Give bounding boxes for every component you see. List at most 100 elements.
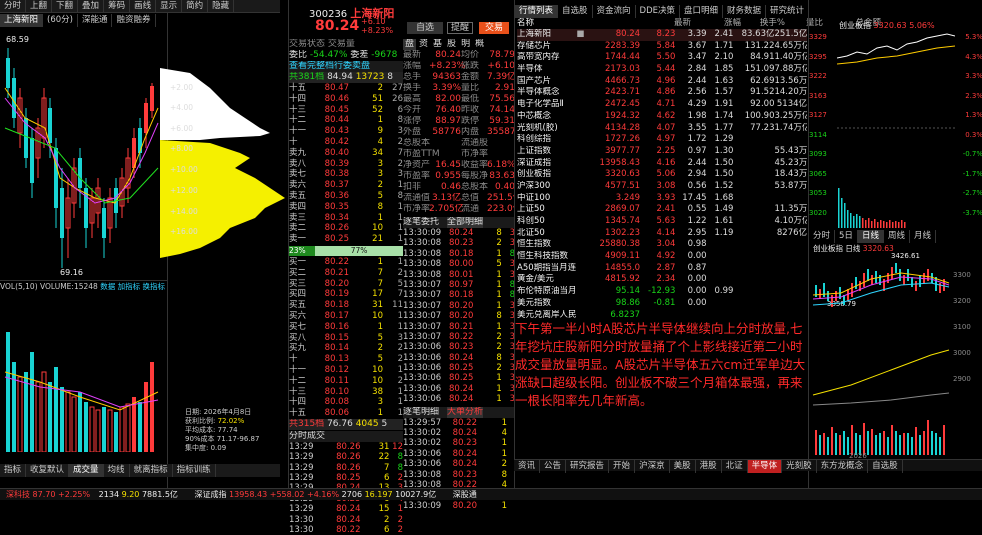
tab-watchlist[interactable]: 自选股 (558, 5, 593, 18)
tab-gudong[interactable]: 股 (445, 39, 458, 50)
list-item[interactable]: 恒生科技指数 4909.11 4.92 0.00 (517, 251, 807, 263)
list-item[interactable]: 科创50 1345.74 5.63 1.22 1.61 4.10万亿 (517, 216, 807, 228)
order-level[interactable]: 十一 80.43 9 3 (289, 126, 403, 137)
tab-big-order[interactable]: 大单分析 (447, 406, 484, 418)
col-change[interactable]: 涨幅 (691, 18, 741, 30)
order-level[interactable]: 买四 80.19 17 7 (289, 289, 403, 300)
list-item[interactable]: 沪深300 4577.51 3.08 0.56 1.52 53.87万亿 (517, 181, 807, 193)
list-item[interactable]: 科创综指 1727.26 4.97 1.72 1.29 (517, 134, 807, 146)
timeshare-tab[interactable]: 分时成交 (289, 430, 403, 442)
order-level[interactable]: 卖九 80.40 34 7 (289, 148, 403, 159)
sector-tab[interactable]: 港股 (696, 460, 722, 473)
order-level[interactable]: 买三 80.20 7 5 (289, 279, 403, 290)
toolbar-chips[interactable]: 筹码 (104, 0, 131, 13)
tab-financial[interactable]: 财务数据 (723, 5, 767, 18)
tab-dde[interactable]: DDE决策 (636, 5, 681, 18)
toolbar-down[interactable]: 下翻 (52, 0, 79, 13)
toolbar-draw[interactable]: 画线 (130, 0, 157, 13)
order-level[interactable]: 十三 80.45 52 6 (289, 105, 403, 116)
sector-tab[interactable]: 北证 (722, 460, 748, 473)
tab-zijin[interactable]: 资 (417, 39, 430, 50)
order-level[interactable]: 十一 80.12 10 1 (289, 365, 403, 376)
list-item[interactable]: 布伦特原油当月 95.14 -12.93 0.00 0.99 (517, 286, 807, 298)
order-level[interactable]: 卖四 80.35 8 1 (289, 202, 403, 213)
list-item[interactable]: 高带宽内存 1744.44 5.50 3.47 2.10 84.91 1.40万亿 (517, 52, 807, 64)
toolbar-display[interactable]: 显示 (156, 0, 183, 13)
list-item[interactable]: 创业板指 3320.63 5.06 2.94 1.50 18.43万亿 (517, 169, 807, 181)
order-level[interactable]: 买二 80.21 7 2 (289, 268, 403, 279)
list-item[interactable]: 上证50 2869.07 2.41 0.55 1.49 11.35万亿 (517, 204, 807, 216)
list-item[interactable]: 存储芯片 2283.39 5.84 3.67 1.71 131.22 4.65万亿 (517, 41, 807, 53)
status-stock-name[interactable]: 深科技 (6, 490, 30, 499)
col-price[interactable]: 最新 (629, 18, 691, 30)
tab-weekly[interactable]: 周线 (884, 230, 910, 243)
sector-tab[interactable]: 公告 (540, 460, 567, 473)
tab-pankou[interactable]: 盘 (403, 39, 417, 50)
order-level[interactable]: 买八 80.15 5 3 (289, 333, 403, 344)
toolbar-overlay[interactable]: 叠加 (78, 0, 105, 13)
sector-tab[interactable]: 研究报告 (566, 460, 610, 473)
order-level[interactable]: 卖七 80.38 3 3 (289, 169, 403, 180)
tab-mingxi[interactable]: 明 (459, 39, 472, 50)
tab-margin[interactable]: 融资融券 (112, 14, 156, 27)
toolbar-simple[interactable]: 简约 (182, 0, 209, 13)
col-name[interactable]: 名称 (517, 18, 601, 30)
sector-tab[interactable]: 自选股 (868, 460, 903, 473)
tab-gainian[interactable]: 概 (473, 39, 486, 50)
list-item[interactable]: 上海新阳 ■ 80.24 8.23 3.39 2.41 83.63亿 251.5亿 (517, 29, 807, 41)
toolbar-hide[interactable]: 隐藏 (208, 0, 235, 13)
ob-full-depth-link[interactable]: 查看完整档行委卖盘 (289, 61, 403, 72)
status-hk-connect[interactable]: 深股通 (453, 490, 477, 499)
order-level[interactable]: 买九 80.14 2 2 (289, 343, 403, 354)
order-level[interactable]: 买五 80.18 31 11 (289, 300, 403, 311)
tab-jiben[interactable]: 基 (431, 39, 444, 50)
tab-zhubi[interactable]: 逐笔委托 (403, 217, 439, 228)
sector-tab[interactable]: 资讯 (514, 460, 541, 473)
list-item[interactable]: 美元指数 98.86 -0.81 0.00 (517, 298, 807, 310)
tab-order-detail[interactable]: 盘口明细 (680, 5, 724, 18)
list-item[interactable]: 光刻机(胶) 4134.28 4.07 3.55 1.77 77.23 1.74万亿 (517, 123, 807, 135)
tab-research[interactable]: 研究统计 (766, 5, 810, 18)
order-level[interactable]: 十二 80.11 10 2 (289, 376, 403, 387)
order-level[interactable]: 卖六 80.37 2 1 (289, 180, 403, 191)
tab-quotes[interactable]: 行情列表 (515, 5, 559, 18)
indicator-data[interactable]: 数据 (100, 282, 115, 291)
watchlist-button[interactable]: 自选 (407, 22, 443, 34)
order-level[interactable]: 十四 80.08 3 1 (289, 397, 403, 408)
tab-daily[interactable]: 日线 (857, 230, 884, 243)
tab-5day[interactable]: 5日 (835, 230, 858, 243)
order-level[interactable]: 十 80.13 5 2 (289, 354, 403, 365)
list-item[interactable]: 半导体 2173.03 5.44 2.84 1.85 151.09 7.88万亿 (517, 64, 807, 76)
list-item[interactable]: 恒生指数 25880.38 3.04 0.98 (517, 239, 807, 251)
tab-all[interactable]: 全部明细 (447, 217, 484, 228)
toolbar-up[interactable]: 上翻 (26, 0, 53, 13)
tab-timeshare[interactable]: 分时 (809, 230, 836, 243)
list-item[interactable]: 黄金/美元 4815.92 2.34 0.00 (517, 274, 807, 286)
order-level[interactable]: 十五 80.06 1 1 (289, 408, 403, 419)
list-item[interactable]: 半导体概念 2423.71 4.86 2.56 1.57 91.5214.20万亿 (517, 87, 807, 99)
indicator-add[interactable]: 加指标 (118, 282, 141, 291)
tab-zhubi-detail[interactable]: 逐笔明细 (403, 407, 439, 418)
tab-period[interactable]: (60分) (43, 14, 78, 27)
order-level[interactable]: 十 80.42 4 2 (289, 137, 403, 148)
list-item[interactable]: 深证成指 13958.43 4.16 2.44 1.50 45.23万亿 (517, 158, 807, 170)
trade-button[interactable]: 交易 (479, 22, 509, 34)
order-level[interactable]: 买七 80.16 1 1 (289, 322, 403, 333)
status-index-name[interactable]: 深证成指 (194, 490, 226, 499)
sector-tab[interactable]: 东方龙概念 (817, 460, 869, 473)
sector-tab[interactable]: 开始 (609, 460, 636, 473)
tab-ma[interactable]: 均线 (104, 464, 130, 477)
toolbar-fenshi[interactable]: 分时 (0, 0, 27, 13)
tab-shenneng[interactable]: 深能通 (78, 14, 113, 27)
list-item[interactable]: 上证指数 3977.77 2.25 0.97 1.30 55.43万亿 (517, 146, 807, 158)
sector-tab[interactable]: 光刻胶 (782, 460, 817, 473)
order-level[interactable]: 十二 80.44 1 8 (289, 115, 403, 126)
order-level[interactable]: 卖三 80.34 1 1 (289, 213, 403, 224)
tab-stock[interactable]: 上海新阳 (0, 14, 44, 27)
list-item[interactable]: 中芯概念 1924.32 4.62 1.98 1.74 100.90 3.25万亿 (517, 111, 807, 123)
tab-bias[interactable]: 就离指标 (130, 464, 173, 477)
tab-monthly[interactable]: 月线 (910, 230, 936, 243)
order-level[interactable]: 十四 80.46 51 26 (289, 94, 403, 105)
order-level[interactable]: 卖八 80.39 3 2 (289, 159, 403, 170)
col-turnover[interactable]: 换手% (741, 18, 785, 30)
